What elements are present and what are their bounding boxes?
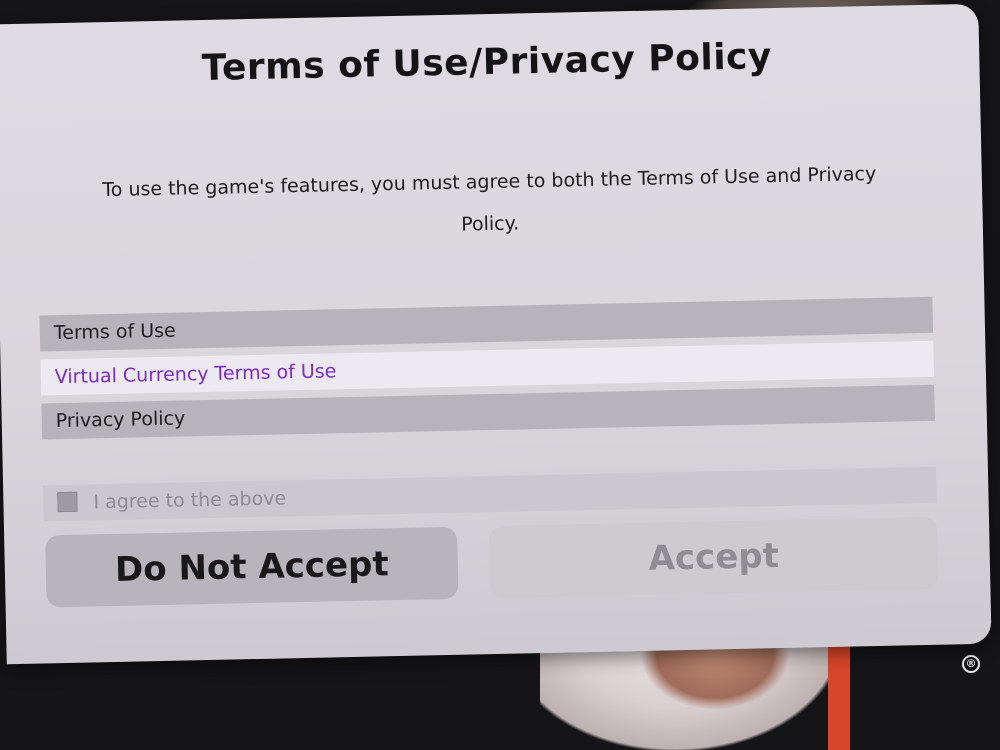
registered-mark: ®	[962, 655, 980, 673]
agree-row[interactable]: I agree to the above	[43, 466, 937, 522]
accept-button[interactable]: Accept	[489, 516, 939, 599]
terms-dialog: Terms of Use/Privacy Policy To use the g…	[0, 3, 992, 665]
policy-link-list: Terms of Use Virtual Currency Terms of U…	[39, 296, 936, 448]
do-not-accept-button[interactable]: Do Not Accept	[45, 526, 459, 608]
agree-label: I agree to the above	[93, 487, 287, 514]
agree-checkbox[interactable]	[57, 491, 78, 513]
background-jersey-stripe	[828, 640, 850, 750]
dialog-title: Terms of Use/Privacy Policy	[201, 36, 773, 90]
dialog-description: To use the game's features, you must agr…	[102, 162, 877, 236]
privacy-policy-link[interactable]: Privacy Policy	[41, 384, 935, 440]
